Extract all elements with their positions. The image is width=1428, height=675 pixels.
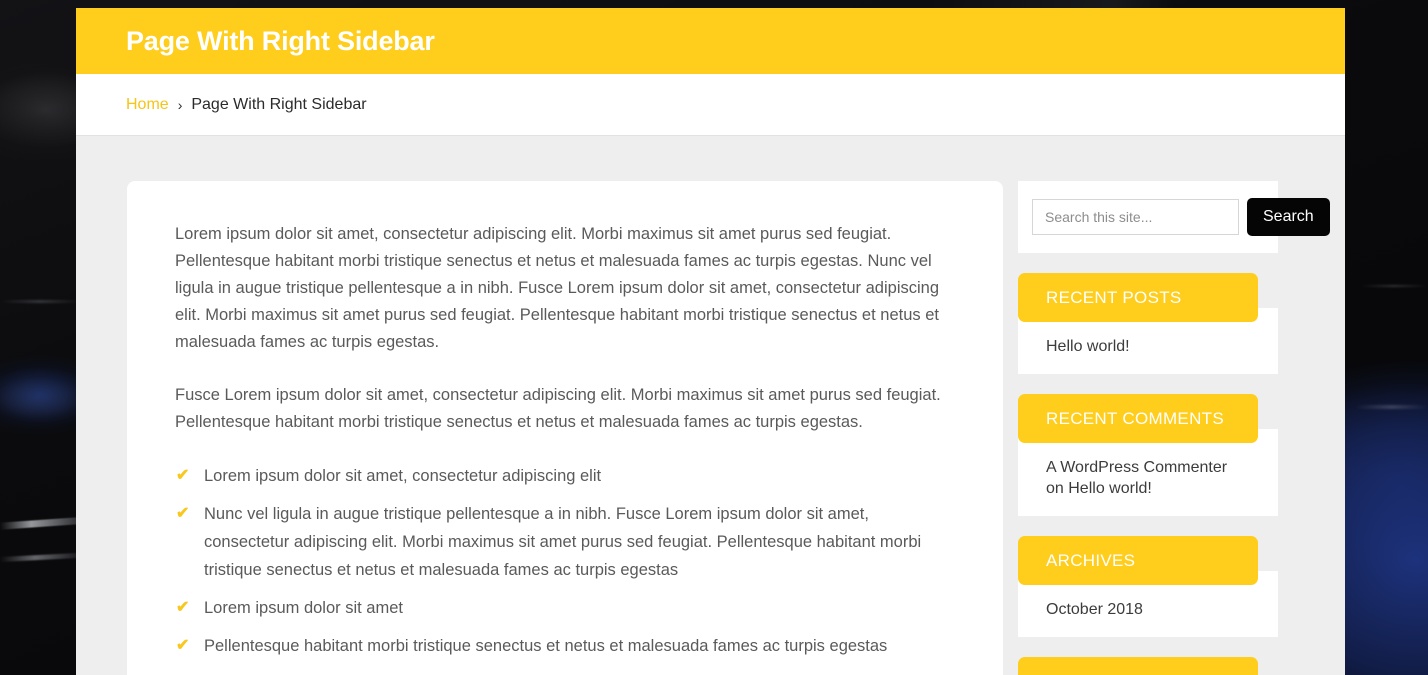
background-streak bbox=[1355, 405, 1428, 409]
comment-author-link[interactable]: A WordPress Commenter bbox=[1046, 459, 1227, 476]
body-paragraph: Lorem ipsum dolor sit amet, consectetur … bbox=[175, 225, 940, 351]
check-icon: ✔ bbox=[176, 637, 190, 654]
search-input[interactable] bbox=[1032, 199, 1239, 235]
widget-title-recent-posts: RECENT POSTS bbox=[1018, 273, 1258, 322]
check-icon: ✔ bbox=[176, 505, 190, 522]
widget-recent-posts: RECENT POSTS Hello world! bbox=[1018, 273, 1278, 374]
widget-categories: CATEGORIES bbox=[1018, 657, 1278, 675]
breadcrumb-separator-icon: › bbox=[177, 96, 183, 113]
content-area: Lorem ipsum dolor sit amet, consectetur … bbox=[76, 136, 1345, 675]
list-item-text: Lorem ipsum dolor sit amet, consectetur … bbox=[204, 467, 602, 485]
breadcrumb-home-link[interactable]: Home bbox=[126, 96, 169, 114]
list-item: ✔ Lorem ipsum dolor sit amet bbox=[175, 594, 958, 622]
widget-title-recent-comments: RECENT COMMENTS bbox=[1018, 394, 1258, 443]
body-paragraph: Fusce Lorem ipsum dolor sit amet, consec… bbox=[175, 386, 941, 431]
widget-title-archives: ARCHIVES bbox=[1018, 536, 1258, 585]
widget-title-categories: CATEGORIES bbox=[1018, 657, 1258, 675]
widget-archives: ARCHIVES October 2018 bbox=[1018, 536, 1278, 637]
recent-comment-item: A WordPress Commenter on Hello world! bbox=[1046, 457, 1278, 499]
page-title: Page With Right Sidebar bbox=[126, 25, 435, 56]
list-item: ✔ Nunc vel ligula in augue tristique pel… bbox=[175, 500, 958, 584]
breadcrumb: Home › Page With Right Sidebar bbox=[76, 74, 1345, 136]
background-streak bbox=[1360, 285, 1428, 287]
sidebar: Search RECENT POSTS Hello world! RECENT … bbox=[1018, 181, 1330, 675]
main-content-card: Lorem ipsum dolor sit amet, consectetur … bbox=[127, 181, 1003, 675]
check-icon: ✔ bbox=[176, 599, 190, 616]
recent-post-link[interactable]: Hello world! bbox=[1046, 336, 1278, 357]
list-item-text: Lorem ipsum dolor sit amet bbox=[204, 599, 403, 617]
search-widget-card: Search bbox=[1018, 181, 1330, 253]
comment-connector: on bbox=[1046, 480, 1064, 497]
list-item-text: Nunc vel ligula in augue tristique pelle… bbox=[204, 505, 922, 579]
search-button[interactable]: Search bbox=[1247, 198, 1330, 236]
background-streak bbox=[0, 300, 80, 303]
archive-link[interactable]: October 2018 bbox=[1046, 599, 1278, 620]
feature-list: ✔ Lorem ipsum dolor sit amet, consectetu… bbox=[175, 462, 958, 660]
comment-post-link[interactable]: Hello world! bbox=[1068, 480, 1152, 497]
list-item-text: Pellentesque habitant morbi tristique se… bbox=[204, 637, 888, 655]
breadcrumb-current-page: Page With Right Sidebar bbox=[191, 95, 367, 113]
page-container: Page With Right Sidebar Home › Page With… bbox=[76, 8, 1345, 675]
list-item: ✔ Lorem ipsum dolor sit amet, consectetu… bbox=[175, 462, 958, 490]
site-header: Page With Right Sidebar bbox=[76, 8, 1345, 74]
widget-recent-comments: RECENT COMMENTS A WordPress Commenter on… bbox=[1018, 394, 1278, 516]
list-item: ✔ Pellentesque habitant morbi tristique … bbox=[175, 632, 958, 660]
check-icon: ✔ bbox=[176, 467, 190, 484]
widget-search: Search bbox=[1018, 181, 1330, 253]
